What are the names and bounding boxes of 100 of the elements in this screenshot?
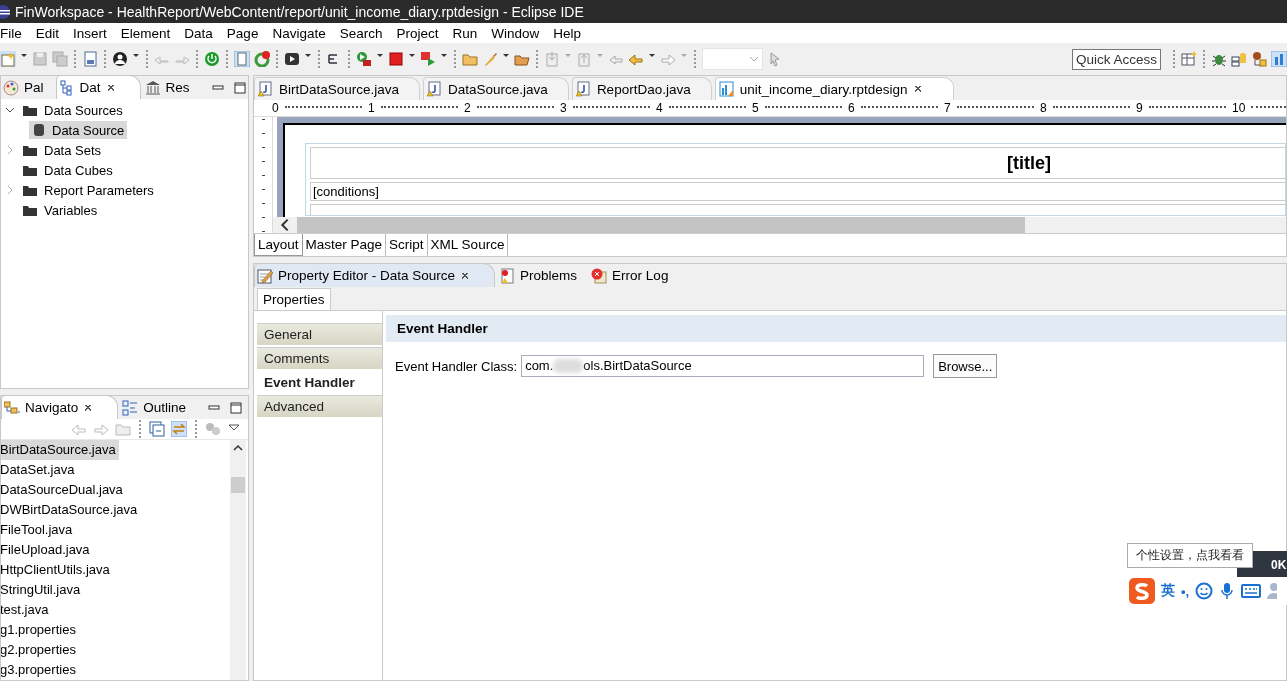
resource-item[interactable]: DataSet.java — [1, 460, 230, 480]
library-icon — [144, 79, 161, 96]
view-tab[interactable]: Outline — [120, 396, 197, 419]
menu-item[interactable]: Window — [484, 25, 547, 41]
scrollbar[interactable] — [230, 440, 246, 680]
ruler-number: 4 — [656, 101, 663, 115]
edit-icon — [257, 267, 273, 284]
report-title: [title] — [310, 147, 1285, 179]
chevron-right-icon[interactable] — [5, 145, 15, 155]
run-server-icon[interactable] — [356, 51, 372, 67]
close-icon[interactable] — [912, 84, 923, 94]
view-tab[interactable]: Dat — [55, 76, 141, 99]
microphone-icon[interactable] — [1219, 582, 1236, 600]
collapse-all-icon[interactable] — [149, 421, 165, 437]
run-icon[interactable] — [420, 51, 436, 67]
view-tab[interactable]: Navigato — [1, 396, 119, 419]
maximize-icon[interactable] — [233, 81, 246, 94]
export-icon[interactable] — [576, 51, 592, 67]
view-tab[interactable]: Error Log — [589, 264, 679, 287]
resource-item[interactable]: FileUpload.java — [1, 540, 230, 560]
eclipse-icon — [0, 3, 10, 20]
menu-item[interactable]: File — [0, 25, 29, 41]
editor-tab[interactable]: DataSource.java — [423, 77, 569, 100]
user-icon[interactable] — [112, 51, 128, 67]
java-file-icon — [427, 81, 444, 97]
resource-item[interactable]: g2.properties — [1, 640, 230, 660]
menu-item[interactable]: Page — [219, 25, 266, 41]
keyboard-icon[interactable] — [1241, 582, 1262, 600]
close-icon[interactable] — [105, 82, 116, 93]
tree-item[interactable]: Report Parameters — [19, 181, 157, 199]
folder-icon[interactable] — [462, 51, 478, 67]
stop-icon[interactable] — [388, 51, 404, 67]
maximize-icon[interactable] — [230, 401, 243, 414]
view-tab[interactable]: Property Editor - Data Source — [254, 264, 496, 287]
tooltip: 个性设置，点我看看 — [1127, 543, 1253, 568]
resource-item[interactable]: g3.properties — [1, 660, 230, 680]
properties-tab[interactable]: Properties — [257, 288, 331, 310]
resource-item[interactable]: FileTool.java — [1, 520, 230, 540]
resource-item[interactable]: test.java — [1, 600, 230, 620]
menu-item[interactable]: Help — [546, 25, 589, 41]
refresh-icon[interactable] — [254, 51, 270, 67]
ruler-number: 1 — [368, 101, 375, 115]
play-icon[interactable] — [284, 51, 300, 67]
category-tab[interactable]: Comments — [257, 347, 382, 371]
chevron-down-icon[interactable] — [5, 105, 15, 115]
scrollbar-thumb[interactable] — [297, 217, 1025, 233]
close-icon[interactable] — [460, 270, 471, 281]
chevron-right-icon[interactable] — [5, 185, 15, 195]
resource-item[interactable]: StringUtil.java — [1, 580, 230, 600]
browse-button[interactable]: Browse... — [933, 354, 998, 378]
editor-page-tab[interactable]: XML Source — [427, 234, 509, 256]
input-field[interactable]: com. ols.BirtDataSource — [521, 355, 925, 377]
menu-item[interactable]: Navigate — [265, 25, 333, 41]
close-icon[interactable] — [83, 402, 94, 413]
menu-item[interactable]: Search — [332, 25, 390, 41]
view-tab[interactable]: Res — [142, 76, 200, 99]
ruler-number: 3 — [560, 101, 567, 115]
perspective-icon[interactable] — [1181, 51, 1197, 67]
tree-item[interactable]: Data Sets — [19, 141, 105, 159]
editor-page-tab[interactable]: Master Page — [302, 234, 387, 256]
tree-item[interactable]: Data Source — [29, 121, 128, 139]
link-editor-icon[interactable] — [171, 421, 187, 437]
report-icon[interactable] — [82, 51, 98, 67]
editor-tab[interactable]: ReportDao.java — [571, 77, 712, 100]
editor-tab[interactable]: unit_income_diary.rptdesign — [714, 77, 954, 100]
report-design-icon[interactable] — [1271, 51, 1287, 67]
hierarchy-icon[interactable] — [1251, 51, 1267, 67]
tree-item[interactable]: Data Sources — [19, 101, 126, 119]
scrollbar[interactable] — [273, 217, 1286, 233]
quick-access-field[interactable]: Quick Access — [1071, 48, 1161, 70]
menu-item[interactable]: Data — [177, 25, 220, 41]
editor-page-tab[interactable]: Script — [386, 234, 428, 256]
view-tab[interactable]: Problems — [497, 264, 588, 287]
page-icon[interactable] — [234, 51, 250, 67]
menu-item[interactable]: Insert — [66, 25, 114, 41]
tree-item[interactable]: Variables — [19, 201, 101, 219]
database-icon[interactable] — [1231, 51, 1247, 67]
editor-page-tab[interactable]: Layout — [254, 234, 303, 256]
language-mode[interactable]: 英 — [1161, 582, 1175, 600]
category-tab[interactable]: Advanced — [257, 395, 382, 419]
import-icon[interactable] — [544, 51, 560, 67]
resource-item[interactable]: DataSourceDual.java — [1, 480, 230, 500]
smiley-icon[interactable] — [1195, 582, 1214, 600]
category-tab[interactable]: General — [257, 323, 382, 347]
punctuation-mode[interactable]: •, — [1181, 583, 1190, 599]
menu-item[interactable]: Element — [113, 25, 178, 41]
view-tab[interactable]: Pal — [1, 76, 54, 99]
resource-item[interactable]: HttpClientUtils.java — [1, 560, 230, 580]
scrollbar-thumb[interactable] — [231, 477, 245, 493]
resource-item[interactable]: g1.properties — [1, 620, 230, 640]
menu-item[interactable]: Run — [445, 25, 485, 41]
tree-item[interactable]: Data Cubes — [19, 161, 116, 179]
ruler-number: 7 — [944, 101, 951, 115]
resource-item[interactable]: BirtDataSource.java — [1, 440, 119, 460]
resource-item[interactable]: DWBirtDataSource.java — [1, 500, 230, 520]
editor-tab[interactable]: BirtDataSource.java — [254, 77, 421, 100]
input-method-logo-icon[interactable] — [1129, 578, 1155, 604]
menu-item[interactable]: Edit — [28, 25, 67, 41]
menu-item[interactable]: Project — [389, 25, 446, 41]
power-icon[interactable] — [204, 51, 220, 67]
